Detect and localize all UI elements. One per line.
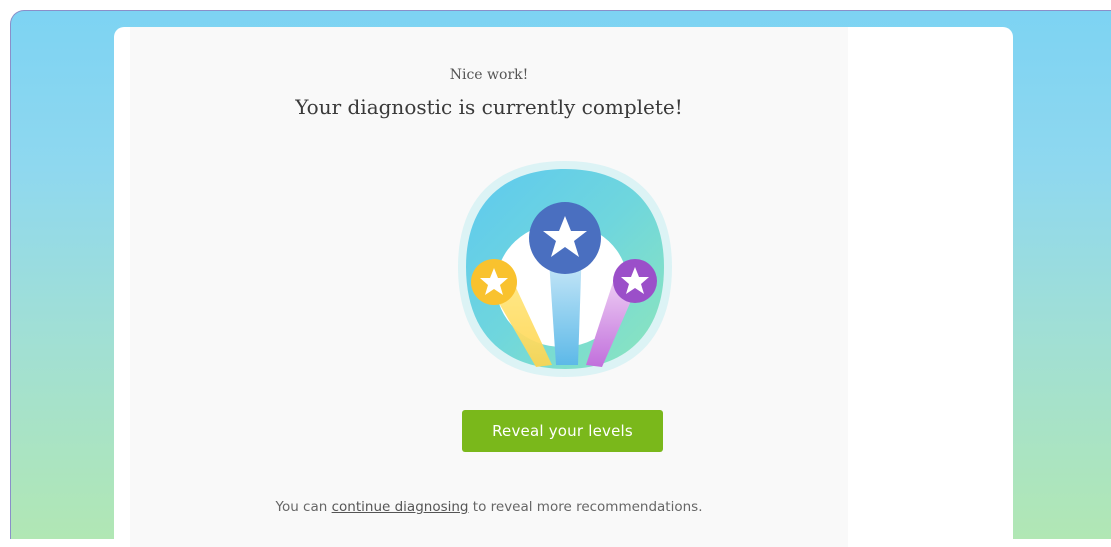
completion-card: Nice work! Your diagnostic is currently …: [114, 27, 1013, 547]
footer-prefix: You can: [275, 499, 332, 515]
purple-star-icon: [613, 259, 657, 303]
continue-diagnosing-link[interactable]: continue diagnosing: [332, 499, 469, 515]
page: Nice work! Your diagnostic is currently …: [0, 0, 1111, 547]
reveal-levels-button[interactable]: Reveal your levels: [462, 410, 663, 452]
blue-star-icon: [529, 202, 601, 274]
completion-content: Nice work! Your diagnostic is currently …: [130, 27, 848, 547]
footer-note: You can continue diagnosing to reveal mo…: [130, 499, 848, 515]
eyebrow-text: Nice work!: [449, 67, 529, 83]
star-badges-icon: [452, 155, 678, 381]
footer-suffix: to reveal more recommendations.: [468, 499, 703, 515]
yellow-star-icon: [471, 259, 517, 305]
page-title: Your diagnostic is currently complete!: [295, 95, 683, 119]
